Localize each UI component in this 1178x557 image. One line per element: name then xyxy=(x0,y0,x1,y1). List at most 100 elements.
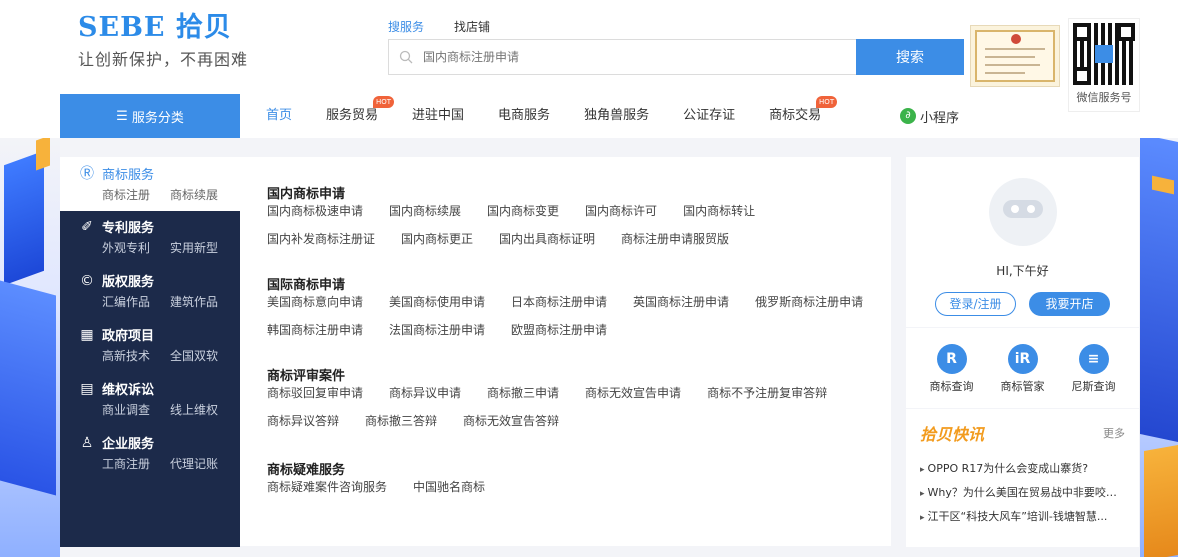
service-link[interactable]: 商标异议申请 xyxy=(389,385,461,401)
open-store-button[interactable]: 我要开店 xyxy=(1029,292,1110,316)
main-nav: 首页 服务贸易 HOT 进驻中国 电商服务 独角兽服务 公证存证 商标交易 HOT xyxy=(266,94,855,138)
sidebar-link[interactable]: 建筑作品 xyxy=(170,293,218,310)
sidebar-link[interactable]: 商标注册 xyxy=(102,186,150,203)
nav-service-trade[interactable]: 服务贸易 HOT xyxy=(326,94,395,138)
sidebar-item-label: 专利服务 xyxy=(102,221,155,236)
nav-home[interactable]: 首页 xyxy=(266,94,292,138)
sidebar-item-enterprise[interactable]: ♙ 企业服务 工商注册 代理记账 xyxy=(60,427,240,481)
news-box: 拾贝快讯 更多 OPPO R17为什么会变成山寨货? Why？为什么美国在贸易战… xyxy=(906,409,1139,547)
nav-notary[interactable]: 公证存证 xyxy=(683,94,735,138)
service-link[interactable]: 国内商标续展 xyxy=(389,203,461,219)
menu-icon: ☰ xyxy=(116,108,128,124)
service-link[interactable]: 商标无效宣告申请 xyxy=(585,385,681,401)
qr-caption: 微信服务号 xyxy=(1076,91,1132,104)
sidebar-item-label: 商标服务 xyxy=(102,167,155,183)
sidebar-item-label: 版权服务 xyxy=(102,275,155,290)
sidebar-item-label: 维权诉讼 xyxy=(102,383,155,398)
tool-trademark-search[interactable]: R 商标查询 xyxy=(930,328,974,408)
service-group-title: 商标评审案件 xyxy=(267,369,346,384)
search-box: 搜索 xyxy=(388,39,964,75)
decorative-buildings-right xyxy=(1140,138,1178,557)
sidebar-link[interactable]: 商业调查 xyxy=(102,401,150,418)
service-link[interactable]: 国内商标更正 xyxy=(401,231,473,247)
login-button[interactable]: 登录/注册 xyxy=(935,292,1016,316)
service-link[interactable]: 商标疑难案件咨询服务 xyxy=(267,479,387,495)
sidebar-link[interactable]: 工商注册 xyxy=(102,455,150,472)
logo-text: SEBE 拾贝 xyxy=(78,12,232,43)
business-license-image[interactable] xyxy=(970,25,1060,87)
service-link[interactable]: 英国商标注册申请 xyxy=(633,294,729,310)
service-link[interactable]: 商标注册申请服贸版 xyxy=(621,231,729,247)
category-menu-button[interactable]: ☰ 服务分类 xyxy=(60,94,240,138)
service-link[interactable]: 国内商标变更 xyxy=(487,203,559,219)
search-input[interactable] xyxy=(423,40,856,74)
nav-enter-china[interactable]: 进驻中国 xyxy=(412,94,464,138)
wechat-qr: 微信服务号 xyxy=(1068,18,1140,112)
news-title: 拾贝快讯 xyxy=(920,425,985,444)
service-group: 国内商标申请 国内商标极速申请 国内商标续展 国内商标变更 国内商标许可 国内商标转让国内… xyxy=(267,183,891,247)
service-link[interactable]: 商标撤三申请 xyxy=(487,385,559,401)
copyright-icon: © xyxy=(80,272,94,289)
service-link[interactable]: 美国商标意向申请 xyxy=(267,294,363,310)
search-button[interactable]: 搜索 xyxy=(856,39,964,75)
nav-ecommerce[interactable]: 电商服务 xyxy=(498,94,550,138)
sidebar-link[interactable]: 高新技术 xyxy=(102,347,150,364)
sidebar-item-litigation[interactable]: ▤ 维权诉讼 商业调查 线上维权 xyxy=(60,373,240,427)
service-link[interactable]: 日本商标注册申请 xyxy=(511,294,607,310)
logo-slogan: 让创新保护，不再困难 xyxy=(78,50,249,69)
tab-search-services[interactable]: 搜服务 xyxy=(388,18,424,35)
user-icon: ♙ xyxy=(80,434,94,451)
sidebar-item-copyright[interactable]: © 版权服务 汇编作品 建筑作品 xyxy=(60,265,240,319)
qr-code-icon xyxy=(1073,23,1135,85)
service-link[interactable]: 商标无效宣告答辩 xyxy=(463,413,559,429)
news-item[interactable]: Why？为什么美国在贸易战中非要咬住... xyxy=(920,481,1125,505)
trademark-search-icon: R xyxy=(936,344,967,374)
service-link[interactable]: 美国商标使用申请 xyxy=(389,294,485,310)
service-link[interactable]: 国内出具商标证明 xyxy=(499,231,595,247)
news-more-link[interactable]: 更多 xyxy=(1103,425,1125,441)
news-item[interactable]: 江干区“科技大风车”培训-钱塘智慧... xyxy=(920,505,1125,529)
user-card: HI,下午好 登录/注册 我要开店 xyxy=(906,157,1139,327)
sidebar-link[interactable]: 全国双软 xyxy=(170,347,218,364)
service-group: 商标疑难服务 商标疑难案件咨询服务 中国驰名商标 xyxy=(267,459,891,495)
patent-icon: ✐ xyxy=(81,218,93,235)
mini-program-icon: ∂ xyxy=(900,108,916,124)
service-link[interactable]: 中国驰名商标 xyxy=(413,479,485,495)
sidebar-link[interactable]: 商标续展 xyxy=(170,186,218,203)
tool-nice-search[interactable]: ≡ 尼斯查询 xyxy=(1072,328,1116,408)
sidebar-item-government[interactable]: ▦ 政府项目 高新技术 全国双软 xyxy=(60,319,240,373)
quick-tools: R 商标查询 iR 商标管家 ≡ 尼斯查询 xyxy=(906,328,1139,408)
service-group: 国际商标申请 美国商标意向申请 美国商标使用申请 日本商标注册申请 英国商标注册申请 俄罗… xyxy=(267,274,891,338)
service-link[interactable]: 欧盟商标注册申请 xyxy=(511,322,607,338)
service-link[interactable]: 国内商标转让 xyxy=(683,203,755,219)
tab-find-stores[interactable]: 找店铺 xyxy=(454,18,490,35)
sidebar-link[interactable]: 代理记账 xyxy=(170,455,218,472)
service-group-title: 国内商标申请 xyxy=(267,187,346,202)
sidebar-item-patent[interactable]: ✐ 专利服务 外观专利 实用新型 xyxy=(60,211,240,265)
sidebar-link[interactable]: 实用新型 xyxy=(170,239,218,256)
service-link[interactable]: 商标驳回复审申请 xyxy=(267,385,363,401)
sidebar-link[interactable]: 外观专利 xyxy=(102,239,150,256)
sidebar-link[interactable]: 汇编作品 xyxy=(102,293,150,310)
service-link[interactable]: 国内补发商标注册证 xyxy=(267,231,375,247)
service-link[interactable]: 国内商标极速申请 xyxy=(267,203,363,219)
sidebar-link[interactable]: 线上维权 xyxy=(170,401,218,418)
service-link[interactable]: 韩国商标注册申请 xyxy=(267,322,363,338)
tool-trademark-manager[interactable]: iR 商标管家 xyxy=(1001,328,1045,408)
mini-program-link[interactable]: ∂ 小程序 xyxy=(900,94,959,138)
service-link[interactable]: 商标异议答辩 xyxy=(267,413,339,429)
trademark-manager-icon: iR xyxy=(1007,344,1038,374)
nav-trademark-trade[interactable]: 商标交易 HOT xyxy=(769,94,838,138)
nav-unicorn[interactable]: 独角兽服务 xyxy=(584,94,649,138)
service-link[interactable]: 俄罗斯商标注册申请 xyxy=(755,294,863,310)
service-link[interactable]: 商标撤三答辩 xyxy=(365,413,437,429)
service-link[interactable]: 法国商标注册申请 xyxy=(389,322,485,338)
service-link[interactable]: 商标不予注册复审答辩 xyxy=(707,385,827,401)
decorative-buildings-left xyxy=(0,138,60,557)
site-logo[interactable]: SEBE 拾贝 让创新保护，不再困难 xyxy=(78,14,248,70)
service-group-title: 商标疑难服务 xyxy=(267,463,346,478)
sidebar-item-trademark[interactable]: Ⓡ 商标服务 商标注册 商标续展 xyxy=(60,157,240,211)
service-link[interactable]: 国内商标许可 xyxy=(585,203,657,219)
building-icon: ▦ xyxy=(80,326,94,343)
news-item[interactable]: OPPO R17为什么会变成山寨货? xyxy=(920,457,1125,481)
